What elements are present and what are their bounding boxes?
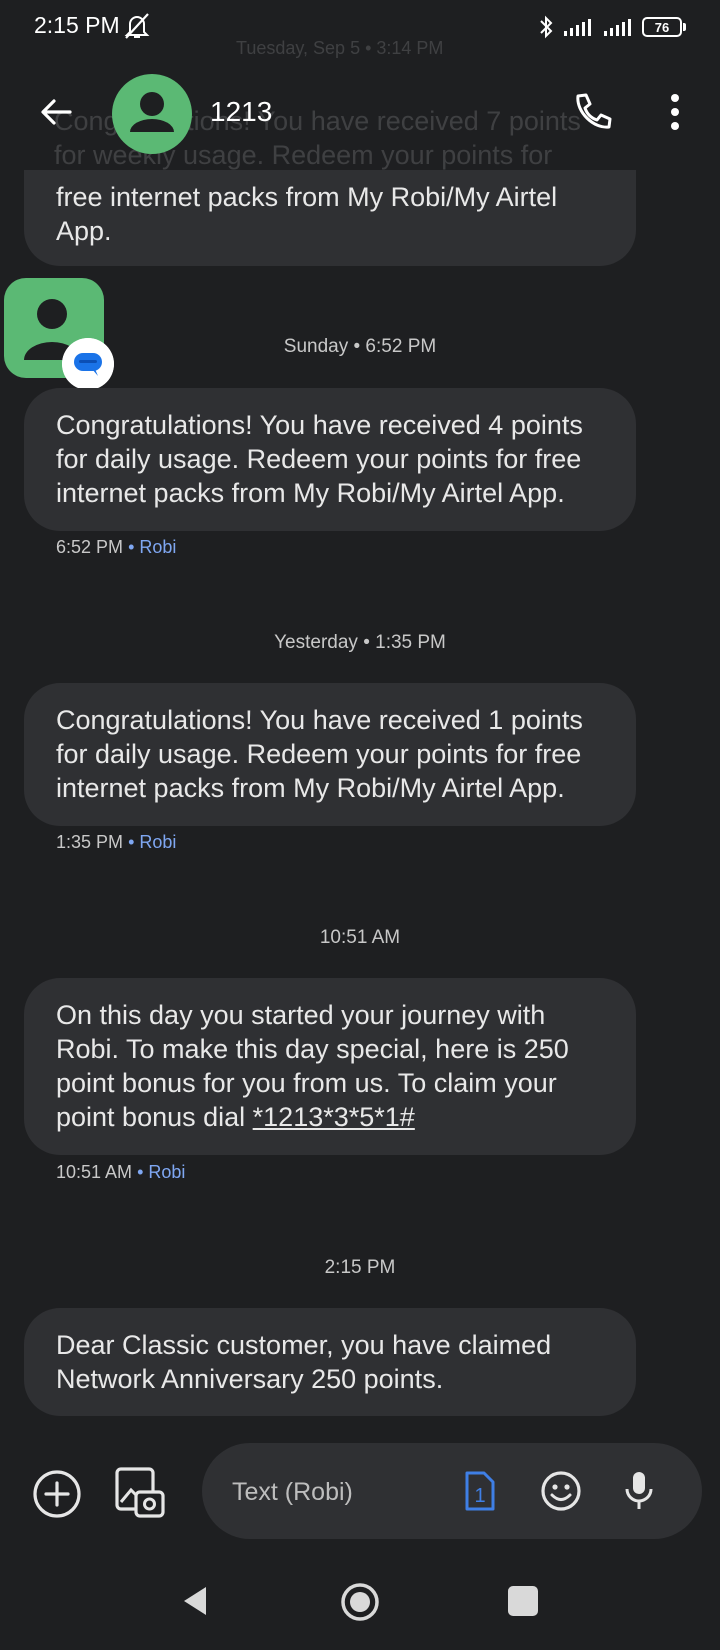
date-divider: 2:15 PM [324,1257,396,1278]
sim-label: • Robi [137,1162,186,1182]
gallery-icon[interactable] [114,1466,166,1520]
date-divider: Sunday • 6:52 PM [283,336,437,357]
ussd-code-link[interactable]: *1213*3*5*1# [253,1102,415,1132]
signal-icon [604,19,631,36]
date-divider: 10:51 AM [319,927,401,948]
message-time: 6:52 PM [56,537,124,557]
sim-label: • Robi [128,832,177,852]
contact-avatar-icon[interactable] [112,74,192,154]
emoji-icon[interactable] [540,1470,582,1512]
phone-icon[interactable] [570,90,614,134]
message-meta: 6:52 PM • Robi [56,537,176,558]
sim-icon[interactable]: 1 [462,1469,496,1513]
nav-back-icon[interactable] [180,1584,210,1618]
sim-label: • Robi [128,537,177,557]
contact-name[interactable]: 1213 [210,96,272,128]
back-arrow-icon[interactable] [36,92,76,132]
message-time: 1:35 PM [56,832,124,852]
sim-number: 1 [474,1485,485,1507]
date-divider: Yesterday • 1:35 PM [274,632,446,653]
mic-icon[interactable] [624,1469,654,1513]
message-bubble[interactable]: On this day you started your journey wit… [24,978,636,1155]
message-text: Dear Classic customer, you have claimed … [56,1330,552,1394]
message-meta: 1:35 PM • Robi [56,832,176,853]
mute-icon [124,13,150,39]
signal-icon [564,19,591,36]
compose-box[interactable]: 1 [202,1443,702,1539]
nav-recents-icon[interactable] [508,1586,538,1616]
message-bubble[interactable]: free internet packs from My Robi/My Airt… [24,170,636,266]
add-icon[interactable] [32,1469,82,1519]
message-text: free internet packs from My Robi/My Airt… [56,182,558,246]
message-text: Congratulations! You have received 1 poi… [56,705,583,803]
message-text: Congratulations! You have received 4 poi… [56,410,583,508]
battery-icon: 76 [642,17,686,37]
more-vert-icon[interactable] [660,90,690,134]
battery-level: 76 [642,17,682,37]
conversation-header: 1213 [0,60,720,170]
nav-home-icon[interactable] [340,1582,380,1622]
status-icons: 76 [538,14,686,40]
message-input[interactable] [230,1469,424,1515]
message-meta: 10:51 AM • Robi [56,1162,185,1183]
message-bubble[interactable]: Congratulations! You have received 1 poi… [24,683,636,826]
message-bubble[interactable]: Congratulations! You have received 4 poi… [24,388,636,531]
message-time: 10:51 AM [56,1162,133,1182]
status-time: 2:15 PM [34,12,120,38]
bluetooth-icon [540,15,553,39]
message-bubble[interactable]: Dear Classic customer, you have claimed … [24,1308,636,1416]
faded-timestamp: Tuesday, Sep 5 • 3:14 PM [236,38,444,58]
